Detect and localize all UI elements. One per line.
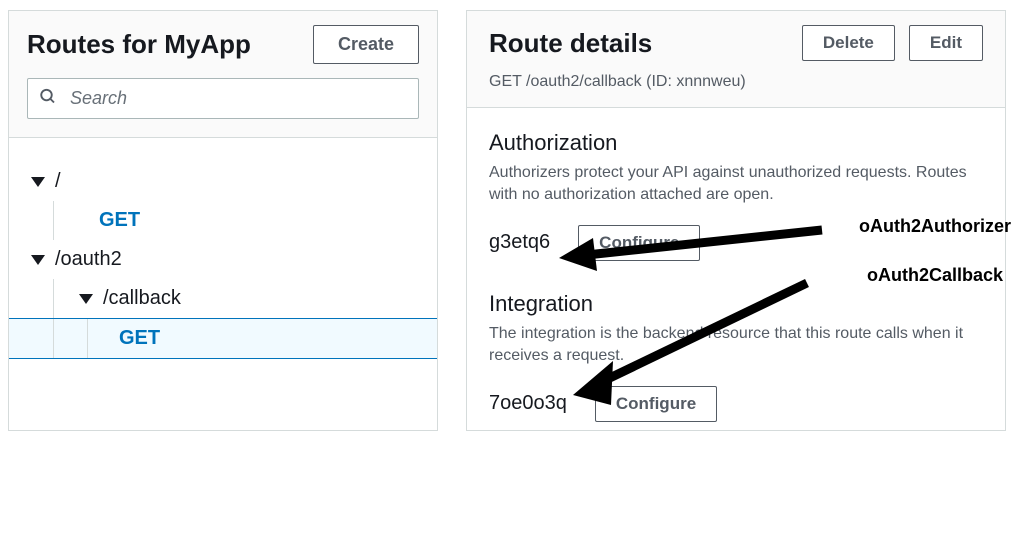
integration-heading: Integration: [489, 291, 983, 317]
routes-title: Routes for MyApp: [27, 29, 251, 60]
routes-tree: / GET /oauth2 /callback GET: [9, 138, 437, 389]
integration-section: Integration The integration is the backe…: [467, 269, 1005, 430]
route-callback-get[interactable]: GET: [9, 318, 437, 359]
integration-desc: The integration is the backend resource …: [489, 323, 983, 368]
search-icon: [39, 87, 57, 110]
integration-id: 7oe0o3q: [489, 392, 567, 415]
authorization-heading: Authorization: [489, 130, 983, 156]
method-label: GET: [99, 209, 140, 232]
method-label: GET: [119, 327, 160, 350]
routes-header: Routes for MyApp Create: [9, 11, 437, 138]
route-root[interactable]: /: [9, 162, 437, 201]
routes-panel: Routes for MyApp Create / GET /oauth: [8, 10, 438, 431]
configure-integration-button[interactable]: Configure: [595, 386, 717, 422]
annotation-authorizer-label: oAuth2Authorizer: [859, 216, 1011, 237]
route-oauth2[interactable]: /oauth2: [9, 240, 437, 279]
route-root-get[interactable]: GET: [9, 201, 437, 240]
edit-button[interactable]: Edit: [909, 25, 983, 61]
configure-authorization-button[interactable]: Configure: [578, 225, 700, 261]
app-container: Routes for MyApp Create / GET /oauth: [0, 0, 1024, 441]
annotation-callback-label: oAuth2Callback: [867, 265, 1003, 286]
delete-button[interactable]: Delete: [802, 25, 895, 61]
search-input[interactable]: [27, 78, 419, 119]
route-details-title: Route details: [489, 28, 788, 59]
route-callback[interactable]: /callback: [9, 279, 437, 318]
route-details-panel: Route details Delete Edit GET /oauth2/ca…: [466, 10, 1006, 431]
route-details-header: Route details Delete Edit GET /oauth2/ca…: [467, 11, 1005, 108]
caret-down-icon: [31, 255, 45, 265]
caret-down-icon: [31, 177, 45, 187]
caret-down-icon: [79, 294, 93, 304]
route-label: /oauth2: [55, 248, 122, 271]
route-subtitle: GET /oauth2/callback (ID: xnnnweu): [489, 73, 983, 91]
authorization-section: Authorization Authorizers protect your A…: [467, 108, 1005, 269]
route-label: /: [55, 170, 61, 193]
create-button[interactable]: Create: [313, 25, 419, 64]
authorization-id: g3etq6: [489, 231, 550, 254]
route-label: /callback: [103, 287, 181, 310]
authorization-desc: Authorizers protect your API against una…: [489, 162, 983, 207]
